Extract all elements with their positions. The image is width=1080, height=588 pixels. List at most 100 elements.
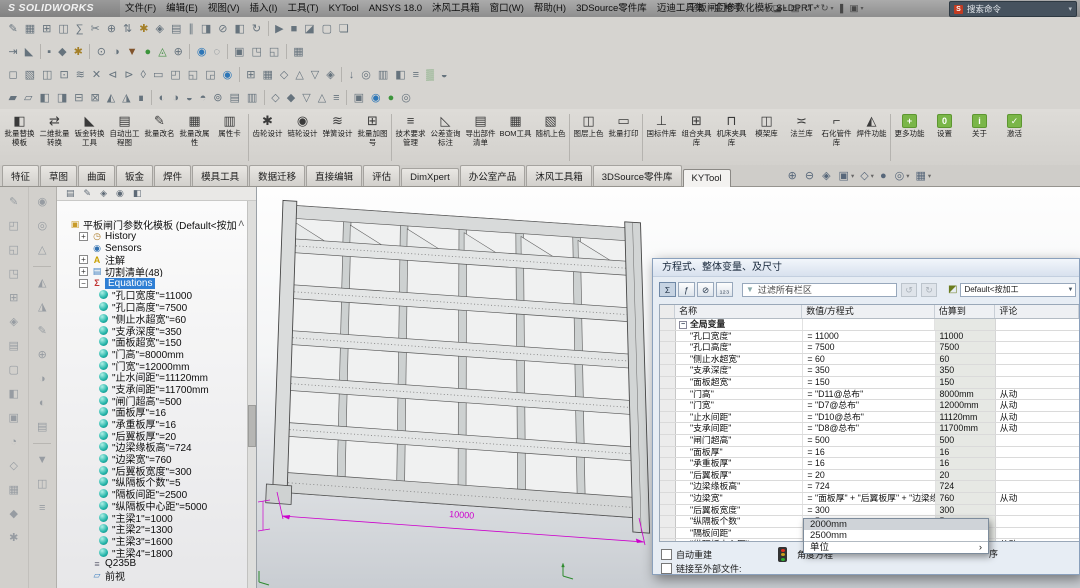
toolbar-icon[interactable]: ◧ [9, 382, 19, 406]
toolbar-icon[interactable]: ◆ [58, 45, 66, 58]
row-selector[interactable] [660, 354, 676, 365]
toolbar-icon[interactable]: ◱ [9, 238, 19, 262]
toolbar-icon[interactable]: ◨ [201, 22, 211, 35]
view-tool-icon[interactable]: ◇ [860, 169, 868, 182]
tree-equation-item[interactable]: "支承间距"=11700mm [57, 383, 248, 395]
toolbar-icon[interactable]: ⊳ [124, 68, 133, 81]
equation-name-cell[interactable]: "门高" [676, 389, 803, 400]
collapse-icon[interactable]: − [679, 321, 687, 329]
tree-equation-item[interactable]: "边梁缘板高"=724 [57, 441, 248, 453]
equation-row[interactable]: "支承间距"= "D8@总布"11700mm从动 [660, 423, 1079, 435]
row-selector[interactable] [660, 342, 676, 353]
quick-access-icon[interactable]: ❚ [838, 3, 846, 14]
toolbar-icon[interactable]: ◌ [214, 46, 221, 58]
toolbar-icon[interactable]: ✕ [92, 68, 101, 81]
toolbar-icon[interactable]: ◈ [326, 68, 334, 81]
toolbar-icon[interactable]: ◆ [287, 91, 295, 104]
tab-办公室产品[interactable]: 办公室产品 [460, 165, 526, 186]
tree-equation-item[interactable]: "主梁1"=1000 [57, 511, 248, 523]
tab-焊件[interactable]: 焊件 [154, 165, 191, 186]
toolbar-icon[interactable]: ◐ [39, 391, 46, 415]
toolbar-icon[interactable]: ◻ [9, 68, 18, 81]
toolbar-icon[interactable]: ↻ [252, 22, 261, 35]
ribbon-button-批量改名[interactable]: ✎批量改名 [142, 112, 177, 139]
toolbar-icon[interactable]: ◆ [10, 502, 18, 526]
tree-equation-item[interactable]: "侧止水超宽"=60 [57, 313, 248, 325]
menu-item-KYTool[interactable]: KYTool [324, 0, 364, 17]
dropdown-arrow-icon[interactable]: ▾ [906, 172, 909, 180]
equation-name-cell[interactable]: "门宽" [676, 400, 803, 411]
tree-equation-item[interactable]: "支承深度"=350 [57, 324, 248, 336]
dropdown-arrow-icon[interactable]: ▾ [851, 172, 854, 180]
tab-直接编辑[interactable]: 直接编辑 [306, 165, 362, 186]
toolbar-icon[interactable]: ▣ [234, 45, 244, 58]
view-tool-icon[interactable]: ⊖ [805, 169, 814, 182]
equation-value-cell[interactable]: = "D7@总布" [803, 400, 935, 411]
equation-row[interactable]: "侧止水超宽"= 6060 [660, 354, 1079, 366]
comment-cell[interactable] [996, 470, 1079, 481]
comment-cell[interactable]: 从动 [996, 412, 1079, 423]
view-tool-icon[interactable]: ◎ [895, 169, 905, 182]
equation-row[interactable]: "后翼板厚"= 2020 [660, 470, 1079, 482]
toolbar-icon[interactable]: ⊙ [97, 45, 106, 58]
toolbar-icon[interactable]: ✎ [9, 22, 18, 35]
tab-曲面[interactable]: 曲面 [78, 165, 115, 186]
toolbar-icon[interactable]: ▶ [275, 22, 283, 35]
menu-item-3DSource零件库[interactable]: 3DSource零件库 [571, 0, 652, 17]
equation-name-cell[interactable]: "支承深度" [676, 365, 803, 376]
width-dimension-label[interactable]: 10000 [449, 509, 475, 521]
dropdown-arrow-icon[interactable]: ▾ [928, 172, 931, 180]
toolbar-icon[interactable]: ⊕ [107, 22, 116, 35]
toolbar-icon[interactable]: ▢ [322, 22, 332, 35]
equation-value-cell[interactable]: = 7500 [803, 342, 935, 353]
toolbar-icon[interactable]: ⊞ [9, 286, 18, 310]
equation-name-cell[interactable]: "边梁宽" [676, 493, 803, 504]
row-selector[interactable] [660, 528, 676, 539]
toolbar-icon[interactable]: ◎ [361, 68, 371, 81]
dropdown-arrow-icon[interactable]: ▾ [871, 172, 874, 180]
ribbon-button-焊件功能[interactable]: ◭焊件功能 [854, 112, 889, 139]
ribbon-button-二维批量转换[interactable]: ⇄二维批量转换 [37, 112, 72, 147]
equation-row[interactable]: "边梁缘板高"= 724724 [660, 481, 1079, 493]
equation-row[interactable]: "止水间距"= "D10@总布"11120mm从动 [660, 412, 1079, 424]
equation-name-cell[interactable]: "面板厚" [676, 447, 803, 458]
toolbar-icon[interactable]: ◭ [38, 271, 46, 295]
equation-name-cell[interactable]: "支承间距" [676, 423, 803, 434]
row-selector[interactable] [660, 365, 676, 376]
tree-item-注解[interactable]: +A注解 [57, 254, 248, 266]
toolbar-icon[interactable]: ⊞ [246, 68, 255, 81]
undo-button[interactable]: ↺ [901, 283, 917, 297]
equation-name-cell[interactable]: "承重板厚" [676, 458, 803, 469]
toolbar-icon[interactable]: ◧ [395, 68, 405, 81]
toolbar-icon[interactable]: ◇ [280, 68, 288, 81]
toolbar-icon[interactable]: ◇ [271, 91, 279, 104]
chevron-down-icon[interactable]: ▾ [1068, 5, 1072, 13]
toolbar-icon[interactable]: ▽ [302, 91, 310, 104]
toolbar-icon[interactable]: ◑ [39, 367, 46, 391]
toolbar-icon[interactable]: ◉ [371, 91, 381, 104]
row-selector[interactable] [660, 447, 676, 458]
toolbar-icon[interactable]: ▪ [47, 46, 51, 58]
toolbar-icon[interactable]: ▢ [9, 358, 19, 382]
ribbon-button-石化管件库[interactable]: ⌐石化管件库 [819, 112, 854, 147]
column-header-数值/方程式[interactable]: 数值/方程式 [802, 305, 935, 318]
toolbar-icon[interactable]: ◫ [37, 472, 47, 496]
toolbar-icon[interactable]: ◑ [172, 92, 179, 104]
expander-icon[interactable]: + [79, 232, 88, 241]
equation-row[interactable]: "门高"= "D11@总布"8000mm从动 [660, 389, 1079, 401]
autocomplete-item-2500mm[interactable]: 2500mm [804, 530, 988, 541]
toolbar-icon[interactable]: ▭ [153, 68, 163, 81]
ribbon-button-法兰库[interactable]: ≍法兰库 [784, 112, 819, 139]
toolbar-icon[interactable]: ◰ [170, 68, 180, 81]
tree-item-Sensors[interactable]: ◉Sensors [57, 242, 248, 254]
toolbar-icon[interactable]: ▣ [9, 406, 19, 430]
toolbar-icon[interactable]: ⇥ [9, 45, 18, 58]
toolbar-icon[interactable]: ∎ [138, 91, 145, 104]
redo-button[interactable]: ↻ [921, 283, 937, 297]
toolbar-icon[interactable]: ❏ [339, 22, 349, 35]
ribbon-button-图层上色[interactable]: ◫图层上色 [571, 112, 606, 139]
ribbon-button-导出部件清单[interactable]: ▤导出部件清单 [463, 112, 498, 147]
toolbar-icon[interactable]: ◊ [141, 69, 146, 81]
equation-value-cell[interactable]: = 500 [803, 435, 935, 446]
toolbar-icon[interactable]: ◧ [39, 91, 49, 104]
